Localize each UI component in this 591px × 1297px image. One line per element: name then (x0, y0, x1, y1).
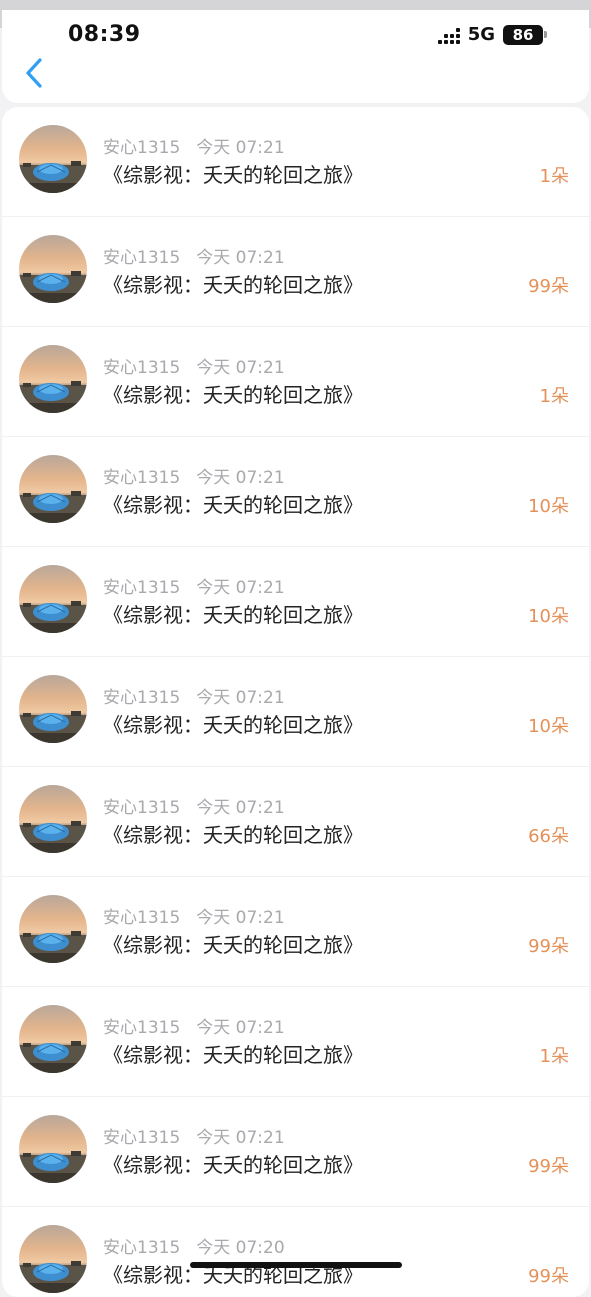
list-item[interactable]: 安心1315 今天 07:21 《综影视：夭夭的轮回之旅》 99朵 (2, 1097, 589, 1207)
list-item[interactable]: 安心1315 今天 07:20 《综影视：夭夭的轮回之旅》 99朵 (2, 1207, 589, 1297)
book-title: 《综影视：夭夭的轮回之旅》 (103, 383, 363, 407)
gift-amount: 99朵 (528, 1266, 569, 1287)
book-title: 《综影视：夭夭的轮回之旅》 (103, 1153, 363, 1177)
avatar[interactable] (19, 125, 87, 193)
username: 安心1315 (103, 358, 181, 378)
username: 安心1315 (103, 798, 181, 818)
timestamp: 今天 07:21 (196, 1128, 285, 1148)
status-indicators: 5G 86 (437, 24, 547, 45)
gift-amount: 99朵 (528, 1156, 569, 1177)
book-title: 《综影视：夭夭的轮回之旅》 (103, 933, 363, 957)
gift-amount: 1朵 (539, 166, 569, 187)
book-title: 《综影视：夭夭的轮回之旅》 (103, 163, 363, 187)
timestamp: 今天 07:21 (196, 1018, 285, 1038)
username: 安心1315 (103, 908, 181, 928)
book-title: 《综影视：夭夭的轮回之旅》 (103, 493, 363, 517)
list-item[interactable]: 安心1315 今天 07:21 《综影视：夭夭的轮回之旅》 99朵 (2, 217, 589, 327)
timestamp: 今天 07:21 (196, 798, 285, 818)
item-meta: 安心1315 今天 07:21 (103, 353, 285, 378)
timestamp: 今天 07:21 (196, 688, 285, 708)
avatar[interactable] (19, 785, 87, 853)
avatar[interactable] (19, 565, 87, 633)
list-item[interactable]: 安心1315 今天 07:21 《综影视：夭夭的轮回之旅》 99朵 (2, 877, 589, 987)
avatar[interactable] (19, 1005, 87, 1073)
item-meta: 安心1315 今天 07:21 (103, 1013, 285, 1038)
gift-amount: 99朵 (528, 936, 569, 957)
battery-icon: 86 (503, 24, 547, 45)
chevron-left-icon (26, 58, 42, 88)
gift-amount: 66朵 (528, 826, 569, 847)
book-title: 《综影视：夭夭的轮回之旅》 (103, 273, 363, 297)
username: 安心1315 (103, 1238, 181, 1258)
timestamp: 今天 07:20 (196, 1238, 285, 1258)
item-meta: 安心1315 今天 07:20 (103, 1233, 285, 1258)
avatar[interactable] (19, 895, 87, 963)
avatar[interactable] (19, 455, 87, 523)
item-meta: 安心1315 今天 07:21 (103, 683, 285, 708)
book-title: 《综影视：夭夭的轮回之旅》 (103, 603, 363, 627)
list-item[interactable]: 安心1315 今天 07:21 《综影视：夭夭的轮回之旅》 10朵 (2, 547, 589, 657)
gift-amount: 99朵 (528, 276, 569, 297)
timestamp: 今天 07:21 (196, 358, 285, 378)
item-meta: 安心1315 今天 07:21 (103, 793, 285, 818)
username: 安心1315 (103, 1128, 181, 1148)
status-time: 08:39 (68, 22, 141, 47)
item-meta: 安心1315 今天 07:21 (103, 903, 285, 928)
list-item[interactable]: 安心1315 今天 07:21 《综影视：夭夭的轮回之旅》 66朵 (2, 767, 589, 877)
book-title: 《综影视：夭夭的轮回之旅》 (103, 1043, 363, 1067)
list-item[interactable]: 安心1315 今天 07:21 《综影视：夭夭的轮回之旅》 10朵 (2, 437, 589, 547)
avatar[interactable] (19, 1225, 87, 1293)
username: 安心1315 (103, 578, 181, 598)
username: 安心1315 (103, 468, 181, 488)
list-item[interactable]: 安心1315 今天 07:21 《综影视：夭夭的轮回之旅》 1朵 (2, 327, 589, 437)
item-meta: 安心1315 今天 07:21 (103, 463, 285, 488)
book-title: 《综影视：夭夭的轮回之旅》 (103, 823, 363, 847)
timestamp: 今天 07:21 (196, 908, 285, 928)
item-meta: 安心1315 今天 07:21 (103, 133, 285, 158)
username: 安心1315 (103, 1018, 181, 1038)
battery-level: 86 (503, 24, 543, 45)
username: 安心1315 (103, 688, 181, 708)
book-title: 《综影视：夭夭的轮回之旅》 (103, 713, 363, 737)
gift-amount: 10朵 (528, 716, 569, 737)
avatar[interactable] (19, 235, 87, 303)
gift-amount: 10朵 (528, 606, 569, 627)
list-item[interactable]: 安心1315 今天 07:21 《综影视：夭夭的轮回之旅》 1朵 (2, 987, 589, 1097)
home-indicator (190, 1262, 402, 1268)
timestamp: 今天 07:21 (196, 138, 285, 158)
gift-amount: 1朵 (539, 386, 569, 407)
item-meta: 安心1315 今天 07:21 (103, 573, 285, 598)
gift-amount: 10朵 (528, 496, 569, 517)
back-button[interactable] (20, 56, 48, 90)
signal-icon (437, 26, 460, 44)
list-item[interactable]: 安心1315 今天 07:21 《综影视：夭夭的轮回之旅》 1朵 (2, 107, 589, 217)
avatar[interactable] (19, 345, 87, 413)
gift-amount: 1朵 (539, 1046, 569, 1067)
timestamp: 今天 07:21 (196, 468, 285, 488)
item-meta: 安心1315 今天 07:21 (103, 243, 285, 268)
avatar[interactable] (19, 675, 87, 743)
gift-record-list: 安心1315 今天 07:21 《综影视：夭夭的轮回之旅》 1朵 安心1315 … (2, 107, 589, 1297)
timestamp: 今天 07:21 (196, 578, 285, 598)
network-label: 5G (467, 24, 495, 45)
avatar[interactable] (19, 1115, 87, 1183)
list-item[interactable]: 安心1315 今天 07:21 《综影视：夭夭的轮回之旅》 10朵 (2, 657, 589, 767)
username: 安心1315 (103, 138, 181, 158)
timestamp: 今天 07:21 (196, 248, 285, 268)
username: 安心1315 (103, 248, 181, 268)
item-meta: 安心1315 今天 07:21 (103, 1123, 285, 1148)
